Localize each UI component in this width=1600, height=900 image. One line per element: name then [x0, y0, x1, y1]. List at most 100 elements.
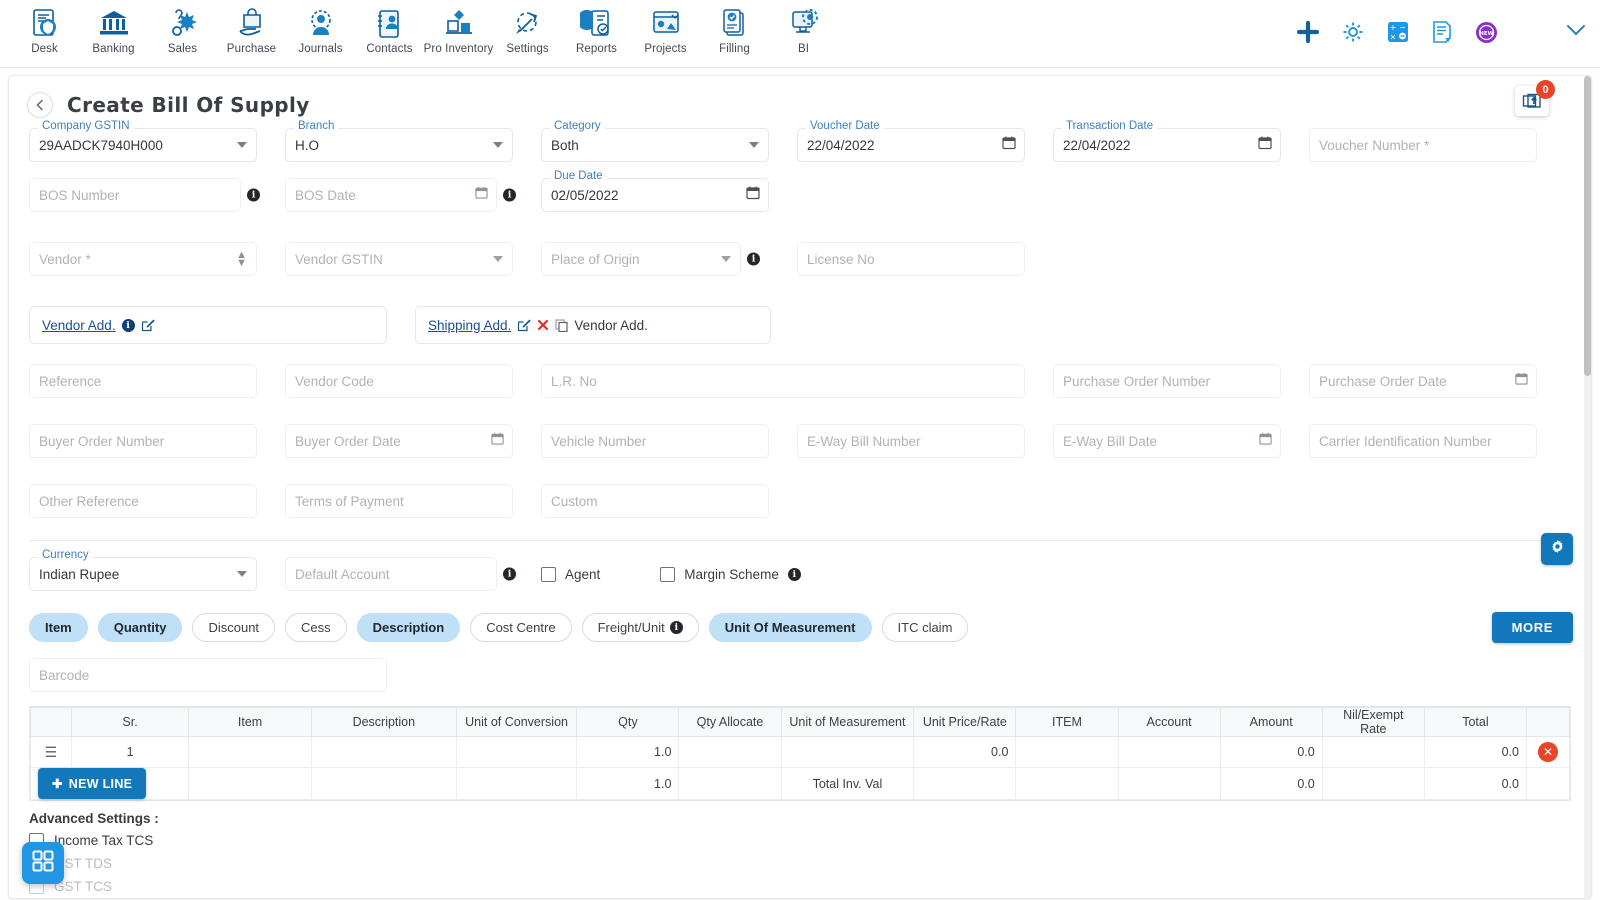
chip-discount[interactable]: Discount	[192, 613, 276, 642]
info-icon[interactable]: i	[503, 188, 516, 202]
cell-qty-allocate[interactable]	[678, 736, 782, 768]
th-total[interactable]: Total	[1423, 707, 1527, 737]
calendar-icon[interactable]	[1002, 136, 1016, 155]
nav-item-settings[interactable]: Settings	[493, 0, 562, 55]
chip-quantity[interactable]: Quantity	[97, 613, 183, 642]
apps-launcher-button[interactable]	[22, 842, 64, 884]
chip-cost-centre[interactable]: Cost Centre	[470, 613, 572, 642]
nav-item-bi[interactable]: BI	[769, 0, 838, 55]
cell-nil-exempt-rate[interactable]	[1321, 736, 1425, 768]
nav-item-journals[interactable]: Journals	[286, 0, 355, 55]
chip-freight-per-unit[interactable]: Freight/Unit i	[581, 613, 699, 642]
info-icon[interactable]: i	[787, 567, 801, 581]
terms-of-payment-input[interactable]: Terms of Payment	[285, 484, 513, 518]
calendar-icon[interactable]	[491, 432, 504, 450]
th-item-code[interactable]: ITEM	[1015, 707, 1119, 737]
buyer-order-date-input[interactable]: Buyer Order Date	[285, 424, 513, 458]
vehicle-number-input[interactable]: Vehicle Number	[541, 424, 769, 458]
chevron-down-icon[interactable]	[1566, 23, 1586, 42]
chip-cess[interactable]: Cess	[285, 613, 347, 642]
edit-icon[interactable]	[141, 318, 155, 332]
branch-select[interactable]: Branch H.O	[285, 120, 513, 162]
shipping-address-box[interactable]: Shipping Add. Vendor Add.	[415, 306, 771, 344]
nav-item-sales[interactable]: Sales	[148, 0, 217, 55]
nav-item-pro-inventory[interactable]: Pro Inventory	[424, 0, 493, 55]
currency-select[interactable]: Currency Indian Rupee	[29, 549, 257, 591]
calendar-icon[interactable]	[1259, 432, 1272, 450]
shipping-address-link[interactable]: Shipping Add.	[428, 318, 511, 333]
bos-number-input[interactable]: BOS Number i	[29, 178, 260, 212]
cell-unit-price-rate[interactable]: 0.0	[913, 736, 1017, 768]
buyer-order-number-input[interactable]: Buyer Order Number	[29, 424, 257, 458]
new-line-cell[interactable]: ✚ NEW LINE	[29, 767, 190, 800]
close-icon[interactable]	[537, 319, 549, 331]
th-unit-of-conversion[interactable]: Unit of Conversion	[455, 707, 578, 737]
chip-unit-of-measurement[interactable]: Unit Of Measurement	[708, 613, 872, 642]
new-badge-icon[interactable]: NEW	[1475, 21, 1498, 44]
nav-item-desk[interactable]: Desk	[10, 0, 79, 55]
other-reference-input[interactable]: Other Reference	[29, 484, 257, 518]
new-line-button[interactable]: ✚ NEW LINE	[38, 768, 147, 799]
lr-no-input[interactable]: L.R. No	[541, 364, 1025, 398]
more-button[interactable]: MORE	[1491, 612, 1573, 643]
vendor-code-input[interactable]: Vendor Code	[285, 364, 513, 398]
advanced-item-income-tax-tcs[interactable]: Income Tax TCS	[29, 833, 1571, 848]
th-sr[interactable]: Sr.	[70, 707, 190, 737]
vendor-address-box[interactable]: Vendor Add. i	[29, 306, 387, 344]
add-icon[interactable]	[1297, 21, 1319, 43]
cell-item[interactable]	[188, 736, 312, 768]
th-description[interactable]: Description	[310, 707, 457, 737]
nav-item-filling[interactable]: Filling	[700, 0, 769, 55]
company-gstin-select[interactable]: Company GSTIN 29AADCK7940H000	[29, 120, 257, 162]
cell-item-code[interactable]	[1015, 736, 1119, 768]
reference-input[interactable]: Reference	[29, 364, 257, 398]
th-unit-of-measurement[interactable]: Unit of Measurement	[780, 707, 915, 737]
info-icon[interactable]: i	[121, 318, 135, 332]
info-icon[interactable]: i	[247, 188, 260, 202]
license-no-input[interactable]: License No	[797, 242, 1025, 276]
cell-amount[interactable]: 0.0	[1219, 736, 1323, 768]
margin-scheme-checkbox[interactable]: Margin Scheme i	[660, 566, 801, 582]
grid-settings-button[interactable]	[1541, 533, 1573, 565]
th-unit-price-rate[interactable]: Unit Price/Rate	[913, 707, 1017, 737]
transaction-date-field[interactable]: Transaction Date 22/04/2022	[1053, 120, 1281, 162]
copy-from-vendor-label[interactable]: Vendor Add.	[574, 318, 648, 333]
info-icon[interactable]: i	[669, 621, 683, 634]
th-amount[interactable]: Amount	[1219, 707, 1323, 737]
row-delete-cell[interactable]: ✕	[1525, 736, 1571, 768]
category-select[interactable]: Category Both	[541, 120, 769, 162]
th-qty[interactable]: Qty	[576, 707, 680, 737]
nav-item-banking[interactable]: Banking	[79, 0, 148, 55]
purchase-order-date-input[interactable]: Purchase Order Date	[1309, 364, 1537, 398]
notes-icon[interactable]	[1431, 20, 1453, 44]
cell-account[interactable]	[1117, 736, 1221, 768]
th-item[interactable]: Item	[188, 707, 312, 737]
vendor-address-link[interactable]: Vendor Add.	[42, 318, 116, 333]
info-icon[interactable]: i	[747, 252, 760, 266]
cell-unit-of-conversion[interactable]	[455, 736, 578, 768]
back-button[interactable]	[27, 92, 53, 118]
cell-total[interactable]: 0.0	[1423, 736, 1527, 768]
carrier-identification-number-input[interactable]: Carrier Identification Number	[1309, 424, 1537, 458]
place-of-origin-select[interactable]: Place of Origin i	[541, 242, 760, 276]
bos-date-input[interactable]: BOS Date i	[285, 178, 516, 212]
nav-item-contacts[interactable]: Contacts	[355, 0, 424, 55]
delete-icon[interactable]: ✕	[1537, 742, 1558, 762]
edit-icon[interactable]	[517, 318, 532, 332]
agent-checkbox[interactable]: Agent	[541, 566, 600, 582]
purchase-order-number-input[interactable]: Purchase Order Number	[1053, 364, 1281, 398]
cell-qty[interactable]: 1.0	[576, 736, 680, 768]
due-date-field[interactable]: Due Date 02/05/2022	[541, 170, 769, 212]
calendar-icon[interactable]	[475, 186, 488, 204]
info-icon[interactable]: i	[503, 567, 516, 581]
copy-icon[interactable]	[555, 318, 568, 332]
vendor-select[interactable]: Vendor * ▲ ▼	[29, 242, 257, 276]
cell-description[interactable]	[310, 736, 457, 768]
vendor-gstin-select[interactable]: Vendor GSTIN	[285, 242, 513, 276]
custom-input[interactable]: Custom	[541, 484, 769, 518]
chip-itc-claim[interactable]: ITC claim	[881, 613, 969, 642]
voucher-number-input[interactable]: Voucher Number *	[1309, 128, 1537, 162]
nav-item-purchase[interactable]: Purchase	[217, 0, 286, 55]
th-nil-exempt-rate[interactable]: Nil/Exempt Rate	[1321, 707, 1425, 737]
stepper-icon[interactable]: ▲ ▼	[236, 250, 247, 269]
